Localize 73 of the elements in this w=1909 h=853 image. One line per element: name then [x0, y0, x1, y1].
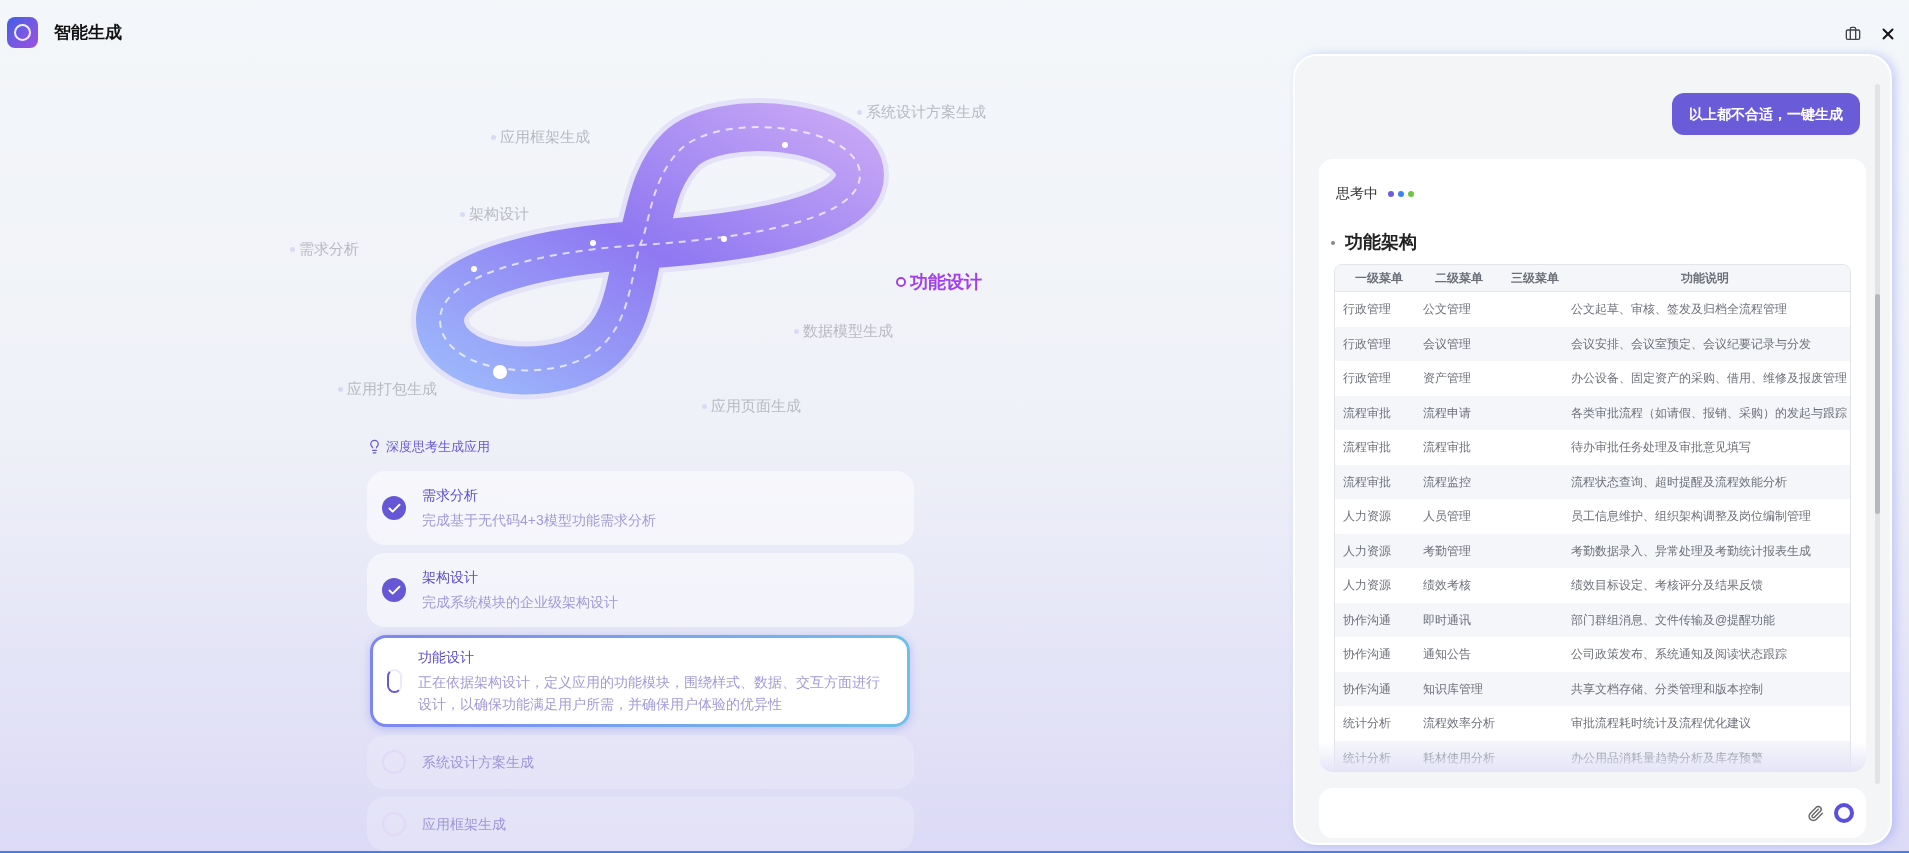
step-title: 需求分析: [422, 486, 479, 505]
table-cell-text: 流程监控: [1422, 473, 1472, 491]
attach-icon[interactable]: [1807, 804, 1824, 822]
table-cell-text: 员工信息维护、组织架构调整及岗位编制管理: [1570, 508, 1812, 526]
table-cell-text: 流程申请: [1422, 404, 1472, 422]
step-title: 架构设计: [422, 568, 479, 587]
table-cell-text: 公文管理: [1422, 301, 1472, 319]
status-text: 思考中: [1336, 184, 1378, 203]
table-cell-text: 流程审批: [1343, 439, 1392, 457]
table-cell-text: 待办审批任务处理及审批意见填写: [1570, 439, 1752, 457]
table-cell-text: 办公设备、固定资产的采购、借用、维修及报废管理: [1570, 370, 1847, 388]
table-cell-text: 资产管理: [1422, 370, 1472, 388]
table-cell-text: 考勤管理: [1422, 542, 1472, 560]
message-input[interactable]: [1319, 788, 1866, 838]
stage-label: 功能设计: [910, 270, 982, 294]
stage-label: 需求分析: [299, 238, 359, 259]
table-cell-text: 考勤数据录入、异常处理及考勤统计报表生成: [1570, 542, 1812, 560]
table-cell-text: 公司政策发布、系统通知及阅读状态跟踪: [1570, 646, 1788, 664]
table-cell-text: 流程效率分析: [1422, 715, 1496, 733]
table-cell-text: 即时通讯: [1422, 611, 1472, 629]
step-description: 完成系统模块的企业级架构设计: [422, 593, 618, 612]
send-icon[interactable]: [1834, 803, 1854, 823]
bullet-icon: [1331, 240, 1335, 245]
step-title: 应用框架生成: [422, 814, 506, 834]
step-description: 正在依据架构设计，定义应用的功能模块，围绕样式、数据、交互方面进行设计，以确保功能满足用户所需，并确保用户体验的优异性: [418, 673, 882, 714]
table-cell-text: 办公用品消耗量趋势分析及库存预警: [1570, 749, 1764, 767]
table-cell-text: 耗材使用分析: [1422, 749, 1496, 767]
column-header: 三级菜单: [1510, 270, 1560, 287]
toolbox-icon[interactable]: [1845, 26, 1861, 42]
app-logo-icon: [7, 16, 38, 48]
table-cell-text: 行政管理: [1343, 335, 1392, 353]
table-cell-text: 公文起草、审核、签发及归档全流程管理: [1570, 301, 1788, 319]
table-cell-text: 协作沟通: [1343, 646, 1392, 664]
generate-button[interactable]: 以上都不合适，一键生成: [1672, 93, 1860, 135]
column-header: 功能说明: [1679, 270, 1730, 287]
table-cell-text: 共享文档存储、分类管理和版本控制: [1570, 680, 1764, 698]
table-cell-text: 人力资源: [1343, 542, 1392, 560]
window-title: 智能生成: [54, 21, 122, 44]
table-cell-text: 协作沟通: [1343, 680, 1392, 698]
table-cell-text: 绩效考核: [1422, 577, 1472, 595]
table-cell-text: 行政管理: [1343, 370, 1392, 388]
step-title: 功能设计: [418, 648, 476, 667]
column-header: 一级菜单: [1354, 270, 1404, 287]
table-cell-text: 各类审批流程（如请假、报销、采购）的发起与跟踪: [1570, 404, 1847, 422]
table-cell-text: 会议管理: [1422, 335, 1472, 353]
table-cell-text: 人员管理: [1422, 508, 1472, 526]
table-cell-text: 人力资源: [1343, 508, 1392, 526]
loading-dots-icon: [1388, 190, 1414, 197]
stage-label: 系统设计方案生成: [866, 101, 986, 122]
lightbulb-icon: [367, 438, 382, 454]
table-cell-text: 人力资源: [1343, 577, 1392, 595]
step-title: 系统设计方案生成: [422, 752, 534, 772]
table-cell-text: 行政管理: [1343, 301, 1392, 319]
section-title: 深度思考生成应用: [386, 437, 490, 456]
table-cell-text: 协作沟通: [1343, 611, 1392, 629]
table-cell-text: 统计分析: [1343, 749, 1392, 767]
stage-label: 应用框架生成: [500, 126, 590, 147]
table-cell-text: 审批流程耗时统计及流程优化建议: [1570, 715, 1752, 733]
table-cell-text: 知识库管理: [1422, 680, 1484, 698]
step-description: 完成基于无代码4+3模型功能需求分析: [422, 511, 656, 530]
column-header: 二级菜单: [1434, 270, 1484, 287]
table-cell-text: 流程审批: [1343, 473, 1392, 491]
table-cell-text: 流程审批: [1343, 404, 1392, 422]
table-cell-text: 通知公告: [1422, 646, 1472, 664]
table-cell-text: 绩效目标设定、考核评分及结果反馈: [1570, 577, 1764, 595]
table-cell-text: 部门群组消息、文件传输及@提醒功能: [1570, 611, 1777, 629]
table-cell-text: 会议安排、会议室预定、会议纪要记录与分发: [1570, 335, 1812, 353]
section-heading: 功能架构: [1345, 231, 1417, 254]
table-cell-text: 流程状态查询、超时提醒及流程效能分析: [1570, 473, 1788, 491]
table-cell-text: 统计分析: [1343, 715, 1392, 733]
table-cell-text: 流程审批: [1422, 439, 1472, 457]
stage-label: 架构设计: [469, 203, 529, 224]
stage-label: 应用打包生成: [347, 378, 437, 399]
